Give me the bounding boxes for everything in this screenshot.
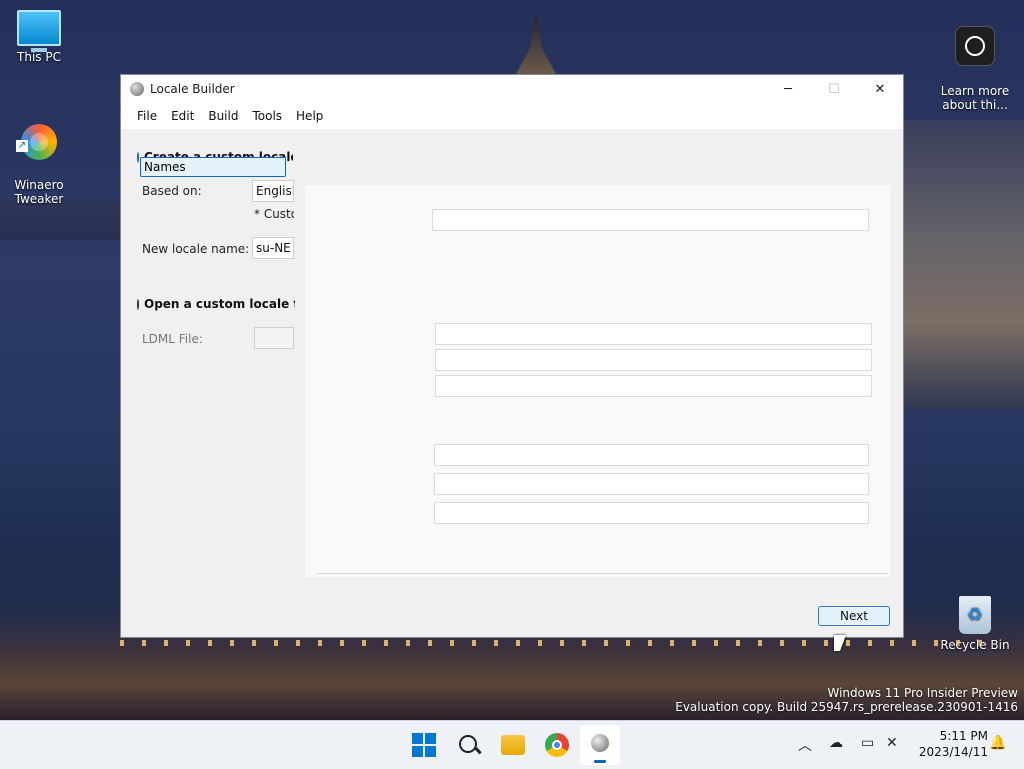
based-on-label: Based on: <box>142 184 202 198</box>
app-globe-icon <box>130 82 144 96</box>
network-icon[interactable]: ▭ <box>861 735 874 751</box>
system-clock[interactable]: 5:11 PM 2023/14/11 <box>919 728 988 760</box>
monitor-icon <box>17 10 61 52</box>
wallpaper-bridge-lights <box>120 640 1000 646</box>
menu-bar: File Edit Build Tools Help <box>121 103 903 129</box>
windows-watermark: Windows 11 Pro Insider Preview Evaluatio… <box>675 686 1018 714</box>
panel-field-2[interactable] <box>435 323 872 345</box>
desktop-icon-label: This PC <box>17 50 61 64</box>
chevron-up-icon[interactable]: ︿ <box>798 735 812 755</box>
learn-more-icon <box>955 26 995 66</box>
minimize-button[interactable]: ─ <box>765 75 811 103</box>
names-dropdown[interactable]: Names <box>140 157 286 177</box>
radio-unchecked-icon <box>137 298 139 310</box>
desktop-icon-label: Winaero Tweaker <box>14 178 64 206</box>
recycle-bin-icon <box>959 596 991 634</box>
clock-date: 2023/14/11 <box>918 745 988 759</box>
onedrive-offline-icon[interactable]: ☁ <box>829 735 843 751</box>
panel-field-6[interactable] <box>434 473 869 495</box>
footer-divider <box>317 573 887 574</box>
watermark-line-2: Evaluation copy. Build 25947.rs_prerelea… <box>675 700 1018 714</box>
next-button[interactable]: Next <box>818 606 890 626</box>
panel-field-4[interactable] <box>435 375 872 397</box>
close-button[interactable]: ✕ <box>857 75 903 103</box>
panel-field-3[interactable] <box>435 349 872 371</box>
panel-field-7[interactable] <box>434 502 869 524</box>
title-bar[interactable]: Locale Builder ─ ☐ ✕ <box>121 75 903 103</box>
locale-builder-window: Locale Builder ─ ☐ ✕ File Edit Build Too… <box>120 74 904 638</box>
desktop-icon-recycle-bin[interactable]: Recycle Bin <box>937 596 1013 652</box>
desktop-icon-this-pc[interactable]: This PC <box>1 10 77 64</box>
based-on-select[interactable]: English <box>252 180 294 202</box>
custom-note: * Custom <box>254 207 294 221</box>
ldml-file-input[interactable] <box>254 327 294 349</box>
desktop-icon-label: Recycle Bin <box>940 638 1010 652</box>
chrome-icon[interactable] <box>545 733 569 757</box>
start-button[interactable] <box>412 733 436 757</box>
panel-field-5[interactable] <box>434 444 869 466</box>
menu-tools[interactable]: Tools <box>245 109 289 123</box>
new-locale-name-input[interactable]: su-NE <box>252 237 294 259</box>
wallpaper-spire <box>516 10 556 74</box>
menu-edit[interactable]: Edit <box>164 109 201 123</box>
radio-open-custom-locale[interactable]: Open a custom locale fro <box>137 297 295 311</box>
globe-icon <box>591 734 609 752</box>
ldml-file-label: LDML File: <box>142 332 203 346</box>
file-explorer-icon[interactable] <box>501 735 525 755</box>
menu-help[interactable]: Help <box>289 109 330 123</box>
wallpaper-buildings <box>900 120 1024 410</box>
search-icon[interactable] <box>457 733 481 757</box>
radio-label: Open a custom locale fro <box>144 297 295 311</box>
menu-file[interactable]: File <box>130 109 164 123</box>
windows-logo-icon <box>412 733 423 744</box>
watermark-line-1: Windows 11 Pro Insider Preview <box>827 686 1018 700</box>
window-title: Locale Builder <box>150 82 235 96</box>
clock-time: 5:11 PM <box>939 729 988 743</box>
maximize-button[interactable]: ☐ <box>811 75 857 103</box>
volume-muted-icon[interactable]: ✕ <box>886 735 898 751</box>
panel-field-1[interactable] <box>432 209 869 231</box>
desktop-icon-winaero-tweaker[interactable]: Winaero Tweaker <box>1 110 77 220</box>
desktop-icon-label: Learn more about thi... <box>940 84 1010 112</box>
menu-build[interactable]: Build <box>201 109 245 123</box>
taskbar: ︿ ☁ ▭ ✕ 5:11 PM 2023/14/11 🔔 <box>0 720 1024 769</box>
shortcut-arrow-icon: ↗ <box>16 140 28 152</box>
taskbar-locale-builder[interactable] <box>580 725 620 765</box>
desktop-icon-learn-more[interactable]: Learn more about thi... <box>937 12 1013 126</box>
new-locale-name-label: New locale name: <box>142 242 250 256</box>
mouse-pointer-icon <box>834 635 846 651</box>
active-indicator <box>594 760 606 763</box>
radio-checked-icon <box>137 151 139 163</box>
notification-bell-icon[interactable]: 🔔 <box>989 735 1006 751</box>
